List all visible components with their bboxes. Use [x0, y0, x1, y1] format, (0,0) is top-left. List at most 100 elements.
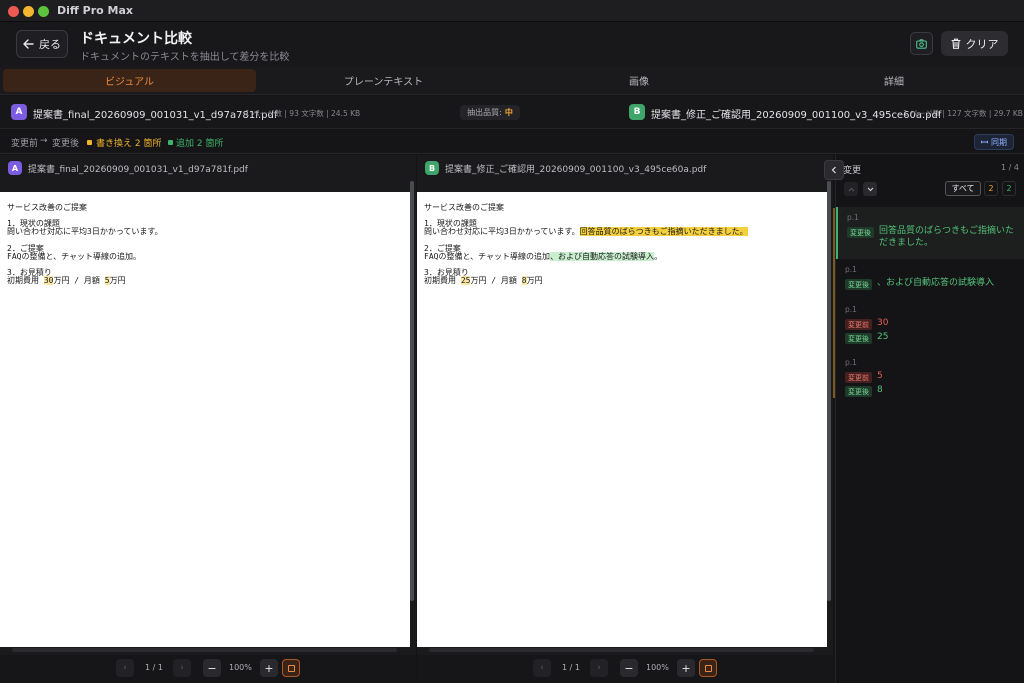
document-b-hscrollbar[interactable] [429, 648, 814, 652]
doc-b-s1-line: 問い合わせ対応に平均3日かかっています。回答品質のばらつきもご指摘いただきました… [424, 227, 827, 237]
doc-b-s1-body: 問い合わせ対応に平均3日かかっています。 [424, 227, 580, 237]
zoom-in-button[interactable]: + [260, 659, 278, 677]
prev-page-button[interactable]: ‹ [533, 659, 551, 677]
changes-title: 変更 [843, 166, 862, 176]
maximize-window-button[interactable] [38, 6, 49, 17]
change-after-text: 、および自動応答の試験導入 [877, 278, 995, 288]
document-b-filename: 提案書_修正_ご確認用_20260909_001100_v3_495ce60a.… [445, 164, 707, 175]
after-tag: 変更後 [847, 227, 874, 238]
zoom-out-button[interactable]: − [203, 659, 221, 677]
fit-icon [287, 664, 295, 672]
fit-icon [704, 664, 712, 672]
camera-icon [916, 38, 927, 49]
document-a-header: A 提案書_final_20260909_001031_v1_d97a781f.… [0, 155, 416, 181]
zoom-level: 100% [646, 663, 669, 672]
filter-all-button[interactable]: すべて [945, 181, 981, 196]
document-a-page: サービス改善のご提案 1．現状の課題 問い合わせ対応に平均3日かかっています。 … [0, 192, 410, 647]
arrow-left-icon [23, 39, 34, 49]
change-after-text-cont: だきました。 [879, 238, 934, 248]
fit-page-button[interactable] [282, 659, 300, 677]
change-after-text: 25 [877, 332, 889, 342]
sync-button[interactable]: 同期 [974, 134, 1014, 150]
document-a-scrollbar[interactable] [410, 181, 414, 601]
change-before-text: 5 [877, 371, 883, 381]
legend-replace: 書き換え 2 箇所 [96, 139, 162, 149]
doc-a-s3-mid: 万円 / 月額 [53, 276, 105, 286]
tab-visual[interactable]: ビジュアル [3, 69, 256, 92]
change-page: p.1 [845, 265, 857, 274]
after-tag: 変更後 [845, 333, 872, 344]
doc-a-s3-post: 万円 [109, 276, 126, 286]
doc-b-s2-line: FAQの整備と、チャット導線の追加、および自動応答の試験導入。 [424, 251, 827, 261]
back-button[interactable]: 戻る [16, 30, 68, 58]
prev-page-button[interactable]: ‹ [116, 659, 134, 677]
screenshot-button[interactable] [910, 32, 933, 55]
after-tag: 変更後 [845, 386, 872, 397]
add-swatch [168, 140, 173, 145]
changes-panel: 変更 1 / 4 すべて 2 2 p.1 変更後 回答品質のばらつきもご指摘いた… [835, 155, 1024, 683]
doc-b-s1-added: 回答品質のばらつきもご指摘いただきました。 [579, 227, 748, 237]
file-a-meta: 1 ページ数 | 93 文字数 | 24.5 KB [245, 109, 361, 118]
change-item[interactable]: p.1 変更後 回答品質のばらつきもご指摘いた だきました。 [836, 207, 1024, 259]
file-b-name: 提案書_修正_ご確認用_20260909_001100_v3_495ce60a.… [651, 110, 942, 121]
document-b-pager: ‹ 1 / 1 › − 100% + [417, 655, 833, 683]
document-b-page: サービス改善のご提案 1．現状の課題 問い合わせ対応に平均3日かかっています。回… [417, 192, 827, 647]
legend-arrow: → [40, 136, 48, 146]
page-indicator: 1 / 1 [145, 663, 163, 672]
change-after-text: 回答品質のばらつきもご指摘いた [879, 226, 1015, 236]
zoom-in-button[interactable]: + [677, 659, 695, 677]
title-bar: Diff Pro Max [0, 0, 1024, 22]
doc-b-title: サービス改善のご提案 [424, 203, 504, 212]
zoom-out-button[interactable]: − [620, 659, 638, 677]
clear-button[interactable]: クリア [941, 31, 1008, 56]
close-window-button[interactable] [8, 6, 19, 17]
diff-legend: 変更前 → 変更後 書き換え 2 箇所 · 追加 2 箇所 同期 [0, 130, 1024, 154]
file-info-bar: A 提案書_final_20260909_001031_v1_d97a781f.… [0, 96, 1024, 129]
view-tabs: ビジュアル プレーンテキスト 画像 詳細 [0, 66, 1024, 95]
file-b-meta: 1 ページ数 | 127 文字数 | 29.7 KB [903, 109, 1023, 118]
legend-add: 追加 2 箇所 [176, 139, 224, 149]
change-item[interactable]: p.1 変更後 、および自動応答の試験導入 [836, 263, 1024, 299]
next-page-button[interactable]: › [173, 659, 191, 677]
filter-add-button[interactable]: 2 [1002, 181, 1016, 196]
collapse-panel-button[interactable] [824, 160, 844, 180]
tab-plain-text[interactable]: プレーンテキスト [256, 69, 511, 92]
change-item[interactable]: p.1 変更前 5 変更後 8 [836, 356, 1024, 406]
fit-page-button[interactable] [699, 659, 717, 677]
document-a-hscrollbar[interactable] [12, 648, 397, 652]
link-icon [981, 140, 988, 144]
prev-change-button[interactable] [844, 182, 858, 196]
doc-b-s3-post: 万円 [526, 276, 543, 286]
sync-label: 同期 [991, 137, 1007, 147]
document-a-badge: A [8, 161, 22, 175]
change-page: p.1 [845, 358, 857, 367]
change-before-text: 30 [877, 318, 889, 328]
file-a-badge: A [11, 104, 27, 120]
after-tag: 変更後 [845, 279, 872, 290]
chevron-left-icon [831, 166, 836, 174]
next-change-button[interactable] [863, 182, 877, 196]
doc-b-s3-body: 初期費用 25万円 / 月額 8万円 [424, 276, 827, 286]
page-indicator: 1 / 1 [562, 663, 580, 672]
doc-a-s3-body: 初期費用 30万円 / 月額 5万円 [7, 276, 410, 286]
document-b-header: B 提案書_修正_ご確認用_20260909_001100_v3_495ce60… [417, 155, 833, 181]
legend-after: 変更後 [52, 139, 80, 149]
filter-replace-button[interactable]: 2 [984, 181, 998, 196]
minimize-window-button[interactable] [23, 6, 34, 17]
document-a-pane: A 提案書_final_20260909_001031_v1_d97a781f.… [0, 155, 416, 683]
before-tag: 変更前 [845, 319, 872, 330]
before-tag: 変更前 [845, 372, 872, 383]
next-page-button[interactable]: › [590, 659, 608, 677]
tab-details[interactable]: 詳細 [767, 69, 1021, 92]
replace-swatch [87, 140, 92, 145]
zoom-level: 100% [229, 663, 252, 672]
doc-b-s2-body: FAQの整備と、チャット導線の追加 [424, 251, 551, 261]
document-b-scrollbar[interactable] [827, 181, 831, 601]
change-item[interactable]: p.1 変更前 30 変更後 25 [836, 303, 1024, 353]
doc-a-s1-body: 問い合わせ対応に平均3日かかっています。 [7, 227, 163, 237]
doc-b-s2-added: 、および自動応答の試験導入 [550, 251, 655, 261]
tab-image[interactable]: 画像 [511, 69, 767, 92]
header: 戻る ドキュメント比較 ドキュメントのテキストを抽出して差分を比較 クリア [0, 22, 1024, 66]
doc-b-s3-mid: 万円 / 月額 [470, 276, 522, 286]
doc-a-s3-pre: 初期費用 [7, 276, 44, 286]
